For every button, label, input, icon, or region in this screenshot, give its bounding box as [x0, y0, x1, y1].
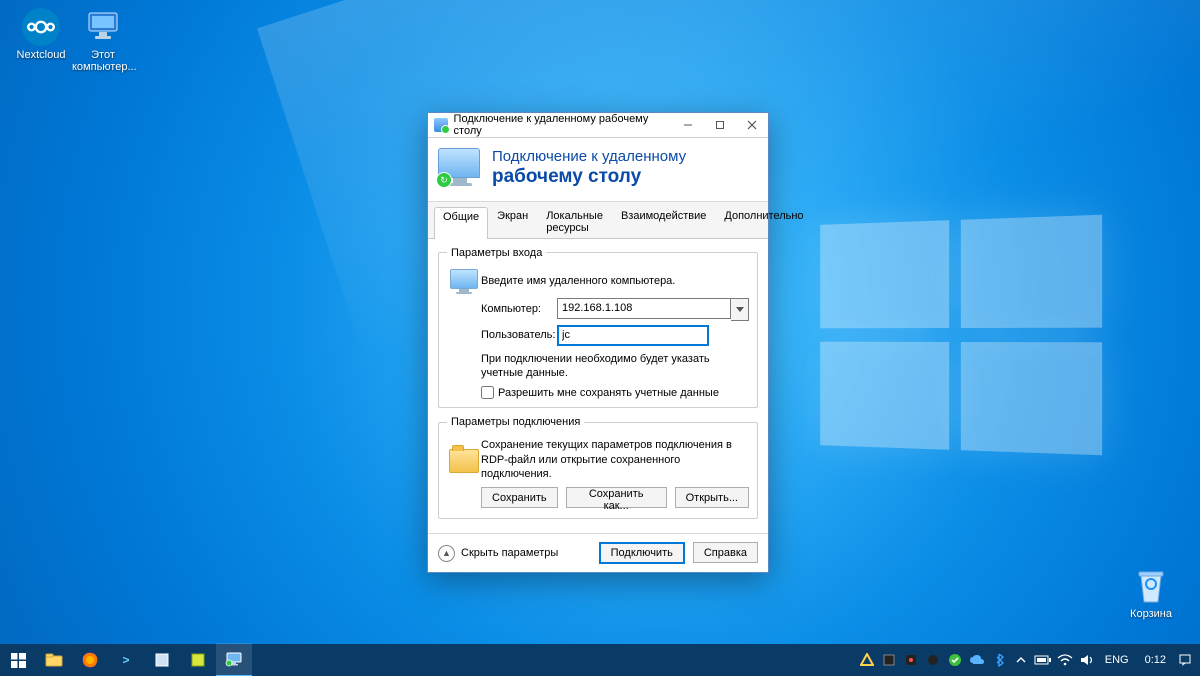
- desktop-icon-label: Nextcloud: [10, 49, 72, 61]
- desktop-icon-label: Этот компьютер...: [72, 49, 134, 73]
- hide-options-toggle[interactable]: ▲ Скрыть параметры: [438, 545, 558, 562]
- taskbar-firefox[interactable]: [72, 644, 108, 676]
- help-button[interactable]: Справка: [693, 542, 758, 563]
- desktop-icon-nextcloud[interactable]: Nextcloud: [10, 8, 72, 61]
- nextcloud-icon: [22, 8, 60, 46]
- tab-general[interactable]: Общие: [434, 207, 488, 239]
- windows-wallpaper-logo: [820, 215, 1102, 456]
- computer-icon: [450, 269, 478, 294]
- chevron-up-icon: ▲: [438, 545, 455, 562]
- computer-dropdown-button[interactable]: [731, 298, 749, 321]
- desktop-icon-recycle-bin[interactable]: Корзина: [1120, 567, 1182, 620]
- taskbar-app-2[interactable]: [144, 644, 180, 676]
- user-label: Пользователь:: [481, 329, 557, 341]
- tray-language[interactable]: ENG: [1099, 654, 1135, 666]
- maximize-button[interactable]: [704, 113, 736, 137]
- dialog-banner: ↻ Подключение к удаленному рабочему стол…: [428, 138, 768, 202]
- credentials-note: При подключении необходимо будет указать…: [481, 352, 749, 381]
- computer-input[interactable]: [557, 298, 731, 319]
- rdp-dialog: Подключение к удаленному рабочему столу …: [427, 112, 769, 573]
- taskbar-rdp[interactable]: [216, 643, 252, 676]
- connect-button[interactable]: Подключить: [599, 542, 685, 564]
- tab-strip: Общие Экран Локальные ресурсы Взаимодейс…: [428, 202, 768, 239]
- login-settings-legend: Параметры входа: [447, 247, 546, 259]
- tray-clock[interactable]: 0:12: [1137, 654, 1174, 666]
- minimize-button[interactable]: [672, 113, 704, 137]
- tray-chevron-up-icon[interactable]: [1011, 650, 1031, 670]
- tray-icon-app2[interactable]: [901, 650, 921, 670]
- tab-advanced[interactable]: Дополнительно: [715, 206, 812, 238]
- tray-icon-drive[interactable]: [857, 650, 877, 670]
- tray-icon-volume[interactable]: [1077, 650, 1097, 670]
- banner-line1: Подключение к удаленному: [492, 148, 686, 166]
- close-button[interactable]: [736, 113, 768, 137]
- login-settings-group: Параметры входа Введите имя удаленного к…: [438, 247, 758, 409]
- recycle-bin-icon: [1132, 567, 1170, 605]
- computer-label: Компьютер:: [481, 303, 557, 315]
- rdp-banner-icon: ↻: [438, 148, 482, 188]
- taskbar-app-3[interactable]: [180, 644, 216, 676]
- system-tray: ENG 0:12: [857, 650, 1200, 670]
- desktop-icon-this-pc[interactable]: Этот компьютер...: [72, 8, 134, 73]
- tab-display[interactable]: Экран: [488, 206, 537, 238]
- tray-notifications-icon[interactable]: [1176, 650, 1194, 670]
- rdp-app-icon: [434, 118, 448, 132]
- banner-line2: рабочему столу: [492, 166, 686, 189]
- tray-icon-app1[interactable]: [879, 650, 899, 670]
- remember-credentials-checkbox[interactable]: Разрешить мне сохранять учетные данные: [481, 386, 749, 399]
- titlebar[interactable]: Подключение к удаленному рабочему столу: [428, 113, 768, 138]
- hide-options-label: Скрыть параметры: [461, 547, 558, 559]
- computer-icon: [84, 8, 122, 46]
- desktop[interactable]: Nextcloud Этот компьютер... Корзина Подк…: [0, 0, 1200, 676]
- desktop-icon-label: Корзина: [1120, 608, 1182, 620]
- save-as-button[interactable]: Сохранить как...: [566, 487, 667, 508]
- window-title: Подключение к удаленному рабочему столу: [454, 113, 672, 137]
- connection-settings-group: Параметры подключения Сохранение текущих…: [438, 416, 758, 519]
- username-input[interactable]: [557, 325, 709, 346]
- tray-icon-bluetooth[interactable]: [989, 650, 1009, 670]
- connection-settings-description: Сохранение текущих параметров подключени…: [481, 438, 749, 481]
- remember-credentials-label: Разрешить мне сохранять учетные данные: [498, 387, 719, 399]
- remember-credentials-checkbox-input[interactable]: [481, 386, 494, 399]
- tray-icon-app3[interactable]: [923, 650, 943, 670]
- tab-local-resources[interactable]: Локальные ресурсы: [537, 206, 612, 238]
- tray-icon-battery[interactable]: [1033, 650, 1053, 670]
- taskbar: > ENG 0:12: [0, 644, 1200, 676]
- open-button[interactable]: Открыть...: [675, 487, 749, 508]
- taskbar-file-explorer[interactable]: [36, 644, 72, 676]
- save-button[interactable]: Сохранить: [481, 487, 558, 508]
- taskbar-app-1[interactable]: >: [108, 644, 144, 676]
- folder-icon: [449, 449, 479, 473]
- tray-icon-onedrive[interactable]: [967, 650, 987, 670]
- start-button[interactable]: [0, 644, 36, 676]
- tab-experience[interactable]: Взаимодействие: [612, 206, 715, 238]
- tray-icon-wifi[interactable]: [1055, 650, 1075, 670]
- login-instruction: Введите имя удаленного компьютера.: [481, 275, 749, 287]
- connection-settings-legend: Параметры подключения: [447, 416, 584, 428]
- tray-icon-check[interactable]: [945, 650, 965, 670]
